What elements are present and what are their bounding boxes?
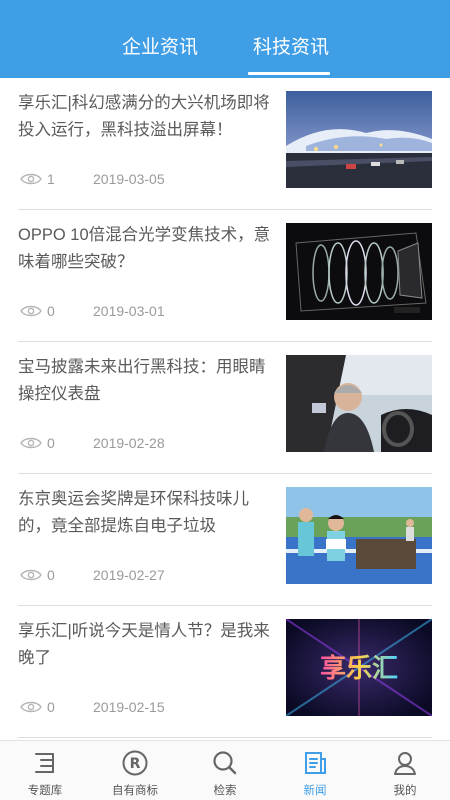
bottom-nav: 专题库 R 自有商标 检索 新闻 我的 xyxy=(0,740,450,800)
topic-library-icon xyxy=(35,753,54,773)
news-item[interactable]: OPPO 10倍混合光学变焦技术，意味着哪些突破？ 0 2019-03-01 xyxy=(18,210,432,342)
xianglehui-logo-image: 享乐汇 xyxy=(286,619,432,716)
nav-item-own-trademark[interactable]: R 自有商标 xyxy=(90,741,180,800)
camera-lens-image xyxy=(286,223,432,320)
news-title: 享乐汇|科幻感满分的大兴机场即将投入运行，黑科技溢出屏幕！ xyxy=(18,94,270,139)
view-count: 0 xyxy=(47,435,55,451)
news-title: 宝马披露未来出行黑科技：用眼睛操控仪表盘 xyxy=(18,358,266,403)
view-count: 0 xyxy=(47,699,55,715)
news-item[interactable]: 东京奥运会奖牌是环保科技味儿的，竟全部提炼自电子垃圾 0 2019-02-27 xyxy=(18,474,432,606)
news-meta: 1 2019-03-05 xyxy=(18,170,278,190)
nav-label: 新闻 xyxy=(303,785,327,797)
kids-recycling-image xyxy=(286,487,432,584)
eye-icon xyxy=(20,305,42,317)
news-date: 2019-02-28 xyxy=(93,435,165,451)
nav-label: 专题库 xyxy=(27,785,63,797)
news-item[interactable]: 享乐汇|科幻感满分的大兴机场即将投入运行，黑科技溢出屏幕！ 1 2019-03-… xyxy=(18,78,432,210)
tab-tech-news[interactable]: 科技资讯 xyxy=(243,33,339,63)
news-meta: 0 2019-02-27 xyxy=(18,566,278,586)
view-count: 0 xyxy=(47,303,55,319)
eye-icon xyxy=(20,437,42,449)
airport-night-image xyxy=(286,91,432,188)
eye-icon xyxy=(20,701,42,713)
news-title: OPPO 10倍混合光学变焦技术，意味着哪些突破？ xyxy=(18,226,271,271)
news-item[interactable]: 享乐汇|听说今天是情人节？是我来晚了 0 2019-02-15 享乐汇 xyxy=(18,606,432,738)
news-date: 2019-02-15 xyxy=(93,699,165,715)
news-icon xyxy=(305,752,326,774)
nav-label: 检索 xyxy=(213,785,237,797)
news-title: 享乐汇|听说今天是情人节？是我来晚了 xyxy=(18,622,270,667)
news-date: 2019-03-01 xyxy=(93,303,165,319)
nav-item-topic-library[interactable]: 专题库 xyxy=(0,741,90,800)
news-category-tabs: 企业资讯 科技资讯 xyxy=(0,0,450,78)
nav-item-profile[interactable]: 我的 xyxy=(360,741,450,800)
svg-text:R: R xyxy=(130,756,141,772)
app-header: 企业资讯 科技资讯 xyxy=(0,0,450,78)
eye-icon xyxy=(20,173,42,185)
news-list[interactable]: 享乐汇|科幻感满分的大兴机场即将投入运行，黑科技溢出屏幕！ 1 2019-03-… xyxy=(0,78,450,740)
nav-item-search[interactable]: 检索 xyxy=(180,741,270,800)
nav-label: 自有商标 xyxy=(112,785,158,797)
eye-icon xyxy=(20,569,42,581)
news-meta: 0 2019-02-28 xyxy=(18,434,278,454)
registered-trademark-icon: R xyxy=(122,750,148,776)
nav-item-news[interactable]: 新闻 xyxy=(270,741,360,800)
profile-icon xyxy=(394,752,416,775)
news-date: 2019-03-05 xyxy=(93,171,165,187)
car-driver-image xyxy=(286,355,432,452)
news-item[interactable]: 宝马披露未来出行黑科技：用眼睛操控仪表盘 0 2019-02-28 xyxy=(18,342,432,474)
nav-label: 我的 xyxy=(393,785,417,797)
news-date: 2019-02-27 xyxy=(93,567,165,583)
tab-enterprise-news[interactable]: 企业资讯 xyxy=(112,33,208,63)
view-count: 1 xyxy=(47,171,55,187)
active-tab-indicator xyxy=(248,72,330,75)
news-meta: 0 2019-02-15 xyxy=(18,698,278,718)
view-count: 0 xyxy=(47,567,55,583)
news-title: 东京奥运会奖牌是环保科技味儿的，竟全部提炼自电子垃圾 xyxy=(18,490,249,535)
thumb-logo-text: 享乐汇 xyxy=(320,653,398,684)
search-icon xyxy=(213,751,237,775)
news-meta: 0 2019-03-01 xyxy=(18,302,278,322)
